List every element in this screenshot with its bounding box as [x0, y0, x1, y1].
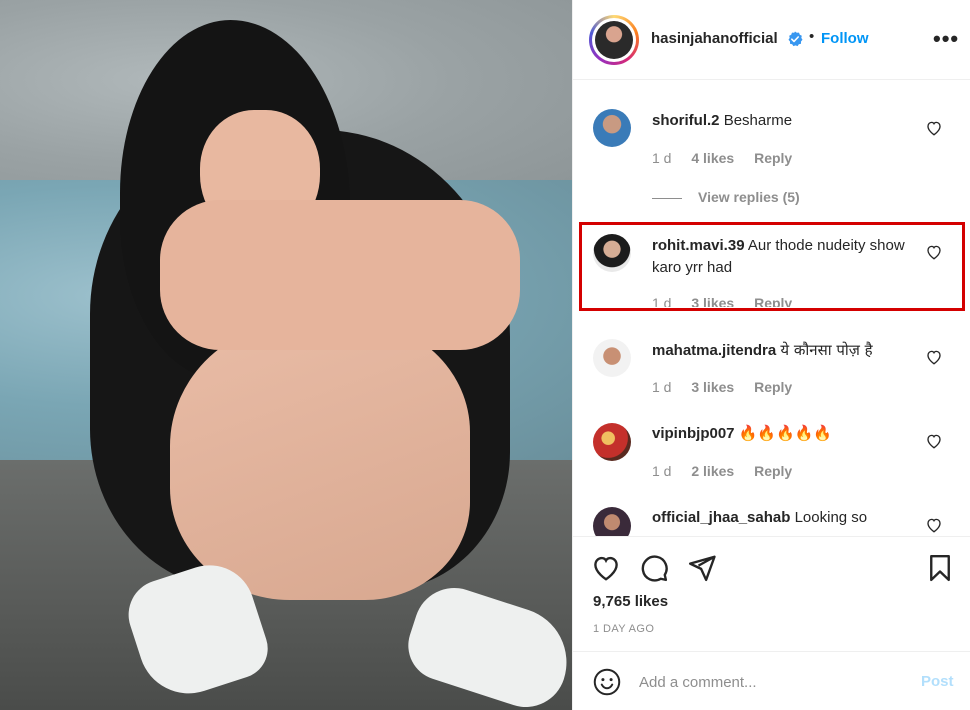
comment-composer: Post [573, 651, 970, 710]
comment-bubble-icon[interactable] [639, 553, 669, 583]
heart-icon[interactable] [925, 119, 943, 137]
comment-text: Besharme [723, 112, 793, 129]
comment-avatar[interactable] [593, 339, 631, 377]
post-actions: 9,765 likes 1 DAY AGO [573, 536, 970, 651]
comment-avatar[interactable] [593, 109, 631, 147]
heart-icon[interactable] [925, 516, 943, 534]
likes-count[interactable]: 9,765 likes [593, 593, 668, 610]
reply-button[interactable]: Reply [754, 150, 792, 166]
reply-button[interactable]: Reply [754, 463, 792, 479]
photo-legs [170, 320, 470, 600]
comment-username[interactable]: official_jhaa_sahab [652, 509, 790, 526]
follow-button[interactable]: Follow [821, 30, 869, 47]
comment-username[interactable]: shoriful.2 [652, 112, 720, 129]
view-replies-button[interactable]: View replies (5) [652, 189, 800, 205]
comment-avatar[interactable] [593, 423, 631, 461]
comment-time[interactable]: 1 d [652, 463, 671, 479]
like-heart-icon[interactable] [591, 553, 621, 583]
post-sidebar: hasinjahanofficial • Follow ••• shoriful… [572, 0, 970, 710]
post-comment-button[interactable]: Post [921, 673, 954, 690]
post-photo[interactable] [0, 0, 572, 710]
comment-username[interactable]: mahatma.jitendra [652, 342, 776, 359]
comment-text: ये कौनसा पोज़ है [780, 341, 873, 359]
post-date[interactable]: 1 DAY AGO [593, 623, 654, 635]
comment-username[interactable]: vipinbjp007 [652, 425, 735, 442]
comments-list[interactable]: shoriful.2 Besharme 1 d 4 likes Reply Vi… [573, 81, 970, 536]
comment-time[interactable]: 1 d [652, 150, 671, 166]
comment-text: Looking so [794, 509, 868, 526]
comment-likes[interactable]: 2 likes [691, 463, 734, 479]
bookmark-save-icon[interactable] [925, 553, 955, 583]
comment-text: 🔥🔥🔥🔥🔥 [738, 425, 833, 442]
comment-time[interactable]: 1 d [652, 379, 671, 395]
header-separator: • [809, 28, 815, 45]
emoji-icon[interactable] [593, 668, 621, 696]
highlight-box [579, 222, 965, 311]
post-header: hasinjahanofficial • Follow ••• [573, 0, 970, 80]
photo-arms [160, 200, 520, 350]
verified-badge-icon [788, 31, 803, 47]
more-horizontal-icon[interactable]: ••• [933, 26, 959, 52]
heart-icon[interactable] [925, 432, 943, 450]
reply-button[interactable]: Reply [754, 379, 792, 395]
share-send-icon[interactable] [687, 553, 717, 583]
comment-likes[interactable]: 4 likes [691, 150, 734, 166]
comment-input[interactable] [639, 670, 909, 694]
heart-icon[interactable] [925, 348, 943, 366]
author-username[interactable]: hasinjahanofficial [651, 30, 778, 47]
author-avatar[interactable] [589, 15, 639, 65]
comment-likes[interactable]: 3 likes [691, 379, 734, 395]
comment-avatar[interactable] [593, 507, 631, 536]
